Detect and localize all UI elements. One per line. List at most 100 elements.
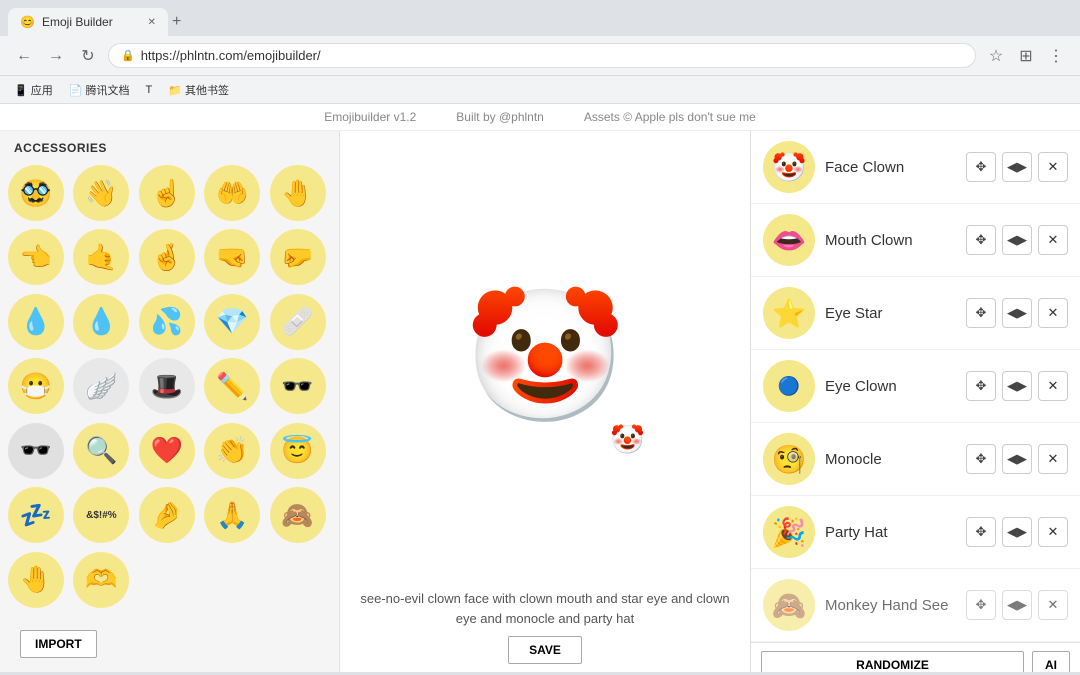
layer-eye-clown-close[interactable]: ✕ [1038, 371, 1068, 401]
layer-monocle-move[interactable]: ✥ [966, 444, 996, 474]
accessory-right-fist[interactable]: 🤜 [204, 229, 260, 285]
accessory-sweat[interactable]: 💦 [139, 294, 195, 350]
menu-button[interactable]: ⋮ [1044, 44, 1068, 68]
layer-eye-star-preview: ⭐ [763, 287, 815, 339]
layer-eye-star-controls: ✥ ◀▶ ✕ [966, 298, 1068, 328]
layer-monkey-hand-see-close[interactable]: ✕ [1038, 590, 1068, 620]
accessory-mask[interactable]: 😷 [8, 358, 64, 414]
bookmark-other[interactable]: 📁 其他书签 [162, 80, 235, 100]
import-button[interactable]: IMPORT [20, 630, 97, 658]
accessory-pencil[interactable]: ✏️ [204, 358, 260, 414]
accessory-call-me[interactable]: 🤙 [73, 229, 129, 285]
layer-face-clown-move[interactable]: ✥ [966, 152, 996, 182]
layer-mouth-clown-controls: ✥ ◀▶ ✕ [966, 225, 1068, 255]
layer-party-hat-arrows[interactable]: ◀▶ [1002, 517, 1032, 547]
bookmark-tencent[interactable]: 📄 腾讯文档 [63, 80, 136, 100]
tab-bar: 😊 Emoji Builder ✕ + [0, 0, 1080, 36]
accessory-dark-sunglasses[interactable]: 🕶️ [8, 423, 64, 479]
layer-face-clown-arrows[interactable]: ◀▶ [1002, 152, 1032, 182]
accessory-raised-hand[interactable]: 🤚 [270, 165, 326, 221]
accessory-crossed-fingers[interactable]: 🤞 [139, 229, 195, 285]
app-header: Emojibuilder v1.2 Built by @phlntn Asset… [0, 104, 1080, 131]
layer-mouth-clown-close[interactable]: ✕ [1038, 225, 1068, 255]
tab-favicon: 😊 [20, 15, 34, 29]
accessory-monkey-see[interactable]: 🙈 [270, 487, 326, 543]
bookmark-apps[interactable]: 📱 应用 [8, 80, 59, 100]
tab-close-button[interactable]: ✕ [148, 17, 156, 28]
accessory-heart[interactable]: ❤️ [139, 423, 195, 479]
back-button[interactable]: ← [12, 44, 36, 68]
layer-mouth-clown-arrows[interactable]: ◀▶ [1002, 225, 1032, 255]
layer-monocle-close[interactable]: ✕ [1038, 444, 1068, 474]
layer-face-clown-name: Face Clown [825, 159, 956, 176]
layer-mouth-clown-name: Mouth Clown [825, 232, 956, 249]
extensions-button[interactable]: ⊞ [1014, 44, 1038, 68]
layer-eye-clown-move[interactable]: ✥ [966, 371, 996, 401]
accessory-halo[interactable]: 😇 [270, 423, 326, 479]
randomize-button[interactable]: RANDOMIZE [761, 651, 1024, 672]
layer-eye-star-close[interactable]: ✕ [1038, 298, 1068, 328]
layer-monocle: 🧐 Monocle ✥ ◀▶ ✕ [751, 423, 1080, 496]
layer-monkey-hand-see-move[interactable]: ✥ [966, 590, 996, 620]
layer-eye-star-arrows[interactable]: ◀▶ [1002, 298, 1032, 328]
layer-party-hat-controls: ✥ ◀▶ ✕ [966, 517, 1068, 547]
layer-mouth-clown-preview: 👄 [763, 214, 815, 266]
accessory-zzz[interactable]: 💤 [8, 487, 64, 543]
accessory-gem[interactable]: 💎 [204, 294, 260, 350]
accessory-magnifier[interactable]: 🔍 [73, 423, 129, 479]
layer-monkey-hand-see-arrows[interactable]: ◀▶ [1002, 590, 1032, 620]
accessory-hands-open[interactable]: 🤲 [204, 165, 260, 221]
forward-button[interactable]: → [44, 44, 68, 68]
accessory-clap[interactable]: 👏 [204, 423, 260, 479]
accessory-sunglasses[interactable]: 🕶️ [270, 358, 326, 414]
bookmark-button[interactable]: ☆ [984, 44, 1008, 68]
save-button[interactable]: SAVE [508, 636, 582, 664]
accessory-pray[interactable]: 🙏 [204, 487, 260, 543]
left-panel: ACCESSORIES 🥸 👋 ☝️ 🤲 🤚 👈 🤙 🤞 🤜 🤛 💧 💧 💦 💎… [0, 131, 340, 672]
layer-monocle-name: Monocle [825, 451, 956, 468]
layer-monkey-hand-see-controls: ✥ ◀▶ ✕ [966, 590, 1068, 620]
layer-eye-clown-preview: 🔵 [763, 360, 815, 412]
refresh-button[interactable]: ↻ [76, 44, 100, 68]
layer-party-hat-move[interactable]: ✥ [966, 517, 996, 547]
accessory-point-up[interactable]: ☝️ [139, 165, 195, 221]
layer-monocle-arrows[interactable]: ◀▶ [1002, 444, 1032, 474]
accessory-disguise[interactable]: 🥸 [8, 165, 64, 221]
accessory-pinch[interactable]: 🤌 [139, 487, 195, 543]
address-bar[interactable]: 🔒 https://phlntn.com/emojibuilder/ [108, 43, 976, 68]
accessory-wave[interactable]: 👋 [73, 165, 129, 221]
bottom-actions: RANDOMIZE AI [751, 642, 1080, 672]
new-tab-button[interactable]: + [172, 13, 181, 31]
layer-eye-star-name: Eye Star [825, 305, 956, 322]
accessory-point-left[interactable]: 👈 [8, 229, 64, 285]
layer-eye-star-move[interactable]: ✥ [966, 298, 996, 328]
layer-mouth-clown-move[interactable]: ✥ [966, 225, 996, 255]
nav-actions: ☆ ⊞ ⋮ [984, 44, 1068, 68]
layer-monkey-hand-see-preview: 🙈 [763, 579, 815, 631]
accessory-heart-hands[interactable]: 🫶 [73, 552, 129, 608]
accessory-droplet[interactable]: 💧 [8, 294, 64, 350]
bookmark-t[interactable]: T [140, 82, 159, 98]
layer-party-hat: 🎉 Party Hat ✥ ◀▶ ✕ [751, 496, 1080, 569]
nav-bar: ← → ↻ 🔒 https://phlntn.com/emojibuilder/… [0, 36, 1080, 76]
layer-face-clown-close[interactable]: ✕ [1038, 152, 1068, 182]
accessory-wing[interactable]: 🪽 [73, 358, 129, 414]
ai-button[interactable]: AI [1032, 651, 1070, 672]
layer-eye-clown-arrows[interactable]: ◀▶ [1002, 371, 1032, 401]
accessory-bandage[interactable]: 🩹 [270, 294, 326, 350]
right-panel: 🤡 Face Clown ✥ ◀▶ ✕ 👄 Mouth Clown ✥ ◀▶ ✕… [750, 131, 1080, 672]
layer-monocle-controls: ✥ ◀▶ ✕ [966, 444, 1068, 474]
accessory-droplet2[interactable]: 💧 [73, 294, 129, 350]
layer-party-hat-close[interactable]: ✕ [1038, 517, 1068, 547]
tab-title: Emoji Builder [42, 15, 140, 29]
accessory-left-fist[interactable]: 🤛 [270, 229, 326, 285]
active-tab[interactable]: 😊 Emoji Builder ✕ [8, 8, 168, 36]
layer-mouth-clown: 👄 Mouth Clown ✥ ◀▶ ✕ [751, 204, 1080, 277]
layer-party-hat-preview: 🎉 [763, 506, 815, 558]
accessory-symbols[interactable]: &$!#% [73, 487, 129, 543]
layer-eye-clown-name: Eye Clown [825, 378, 956, 395]
layer-face-clown: 🤡 Face Clown ✥ ◀▶ ✕ [751, 131, 1080, 204]
accessory-hand2[interactable]: 🤚 [8, 552, 64, 608]
layer-eye-clown-controls: ✥ ◀▶ ✕ [966, 371, 1068, 401]
accessory-hat[interactable]: 🎩 [139, 358, 195, 414]
